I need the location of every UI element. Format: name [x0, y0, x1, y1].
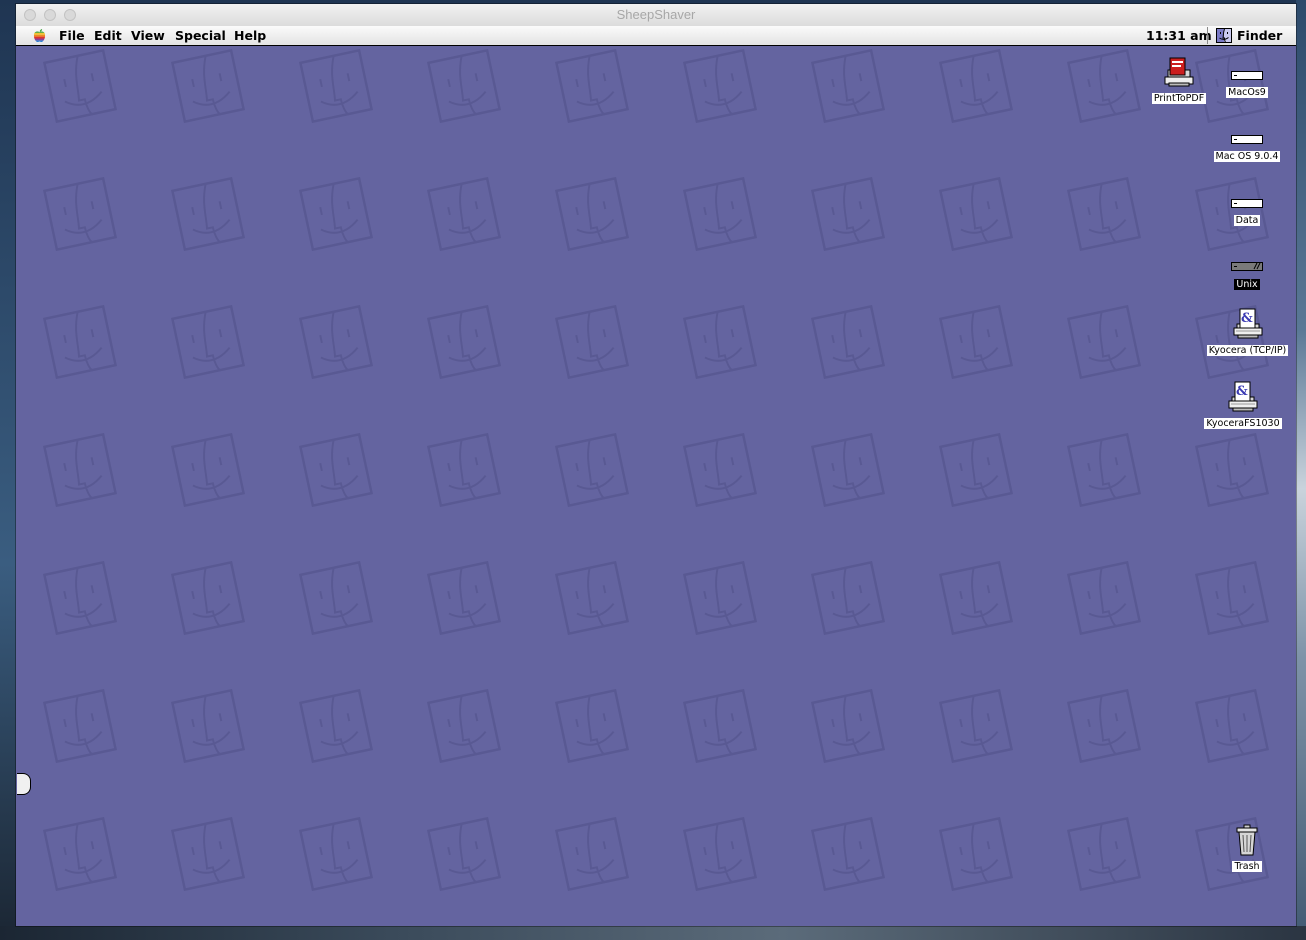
pdf-printer-icon — [1164, 57, 1194, 87]
icon-label: PrintToPDF — [1151, 93, 1207, 104]
host-desktop-background-bottom — [0, 926, 1306, 940]
hard-disk-icon — [1231, 199, 1263, 208]
window-title: SheepShaver — [616, 7, 696, 22]
icon-label: Trash — [1232, 861, 1262, 872]
desktop-icon-kyocera-tcpip[interactable]: & Kyocera (TCP/IP) — [1199, 308, 1296, 358]
sheepshaver-window: SheepShaver File Edit View Special Help — [16, 4, 1296, 926]
trash-icon — [1236, 824, 1258, 856]
desktop-icon-trash[interactable]: Trash — [1215, 824, 1279, 874]
host-desktop-background-right — [1296, 0, 1306, 940]
desktop-icon-macos-904[interactable]: Mac OS 9.0.4 — [1212, 132, 1282, 164]
hard-disk-icon — [1231, 135, 1263, 144]
svg-text:&: & — [1241, 311, 1253, 326]
hard-disk-icon — [1231, 71, 1263, 80]
host-desktop-background — [0, 0, 16, 940]
network-disk-icon — [1231, 262, 1263, 271]
menu-separator — [1207, 27, 1208, 44]
menu-special[interactable]: Special — [175, 28, 226, 43]
active-app-label[interactable]: Finder — [1237, 28, 1282, 43]
icon-label: KyoceraFS1030 — [1204, 418, 1282, 429]
finder-icon[interactable] — [1216, 28, 1232, 43]
desktop-icon-macos9[interactable]: MacOs9 — [1215, 68, 1279, 100]
menu-file[interactable]: File — [59, 28, 85, 43]
icon-label: MacOs9 — [1226, 87, 1268, 98]
svg-text:&: & — [1236, 384, 1248, 399]
menu-view[interactable]: View — [131, 28, 165, 43]
desktop-printer-icon: & — [1228, 381, 1258, 412]
control-strip-tab[interactable] — [17, 773, 31, 795]
classic-menu-bar: File Edit View Special Help 11:31 am Fin… — [16, 26, 1296, 46]
window-titlebar[interactable]: SheepShaver — [16, 4, 1296, 27]
menu-help[interactable]: Help — [234, 28, 266, 43]
desktop-printer-icon: & — [1233, 308, 1262, 339]
desktop-icon-printtopdf[interactable]: PrintToPDF — [1146, 56, 1212, 106]
apple-rainbow-icon[interactable] — [32, 28, 47, 43]
menu-clock[interactable]: 11:31 am — [1146, 28, 1212, 43]
desktop-icon-kyocerafs1030[interactable]: & KyoceraFS1030 — [1199, 381, 1287, 431]
desktop-icon-data[interactable]: Data — [1215, 196, 1279, 228]
icon-label: Kyocera (TCP/IP) — [1206, 345, 1289, 356]
desktop[interactable]: PrintToPDF MacOs9 Mac OS 9.0.4 Data Unix… — [16, 46, 1296, 926]
icon-label: Data — [1233, 215, 1261, 226]
menu-edit[interactable]: Edit — [94, 28, 122, 43]
icon-label: Mac OS 9.0.4 — [1213, 151, 1281, 162]
icon-label: Unix — [1234, 279, 1260, 290]
desktop-icon-unix[interactable]: Unix — [1215, 259, 1279, 292]
